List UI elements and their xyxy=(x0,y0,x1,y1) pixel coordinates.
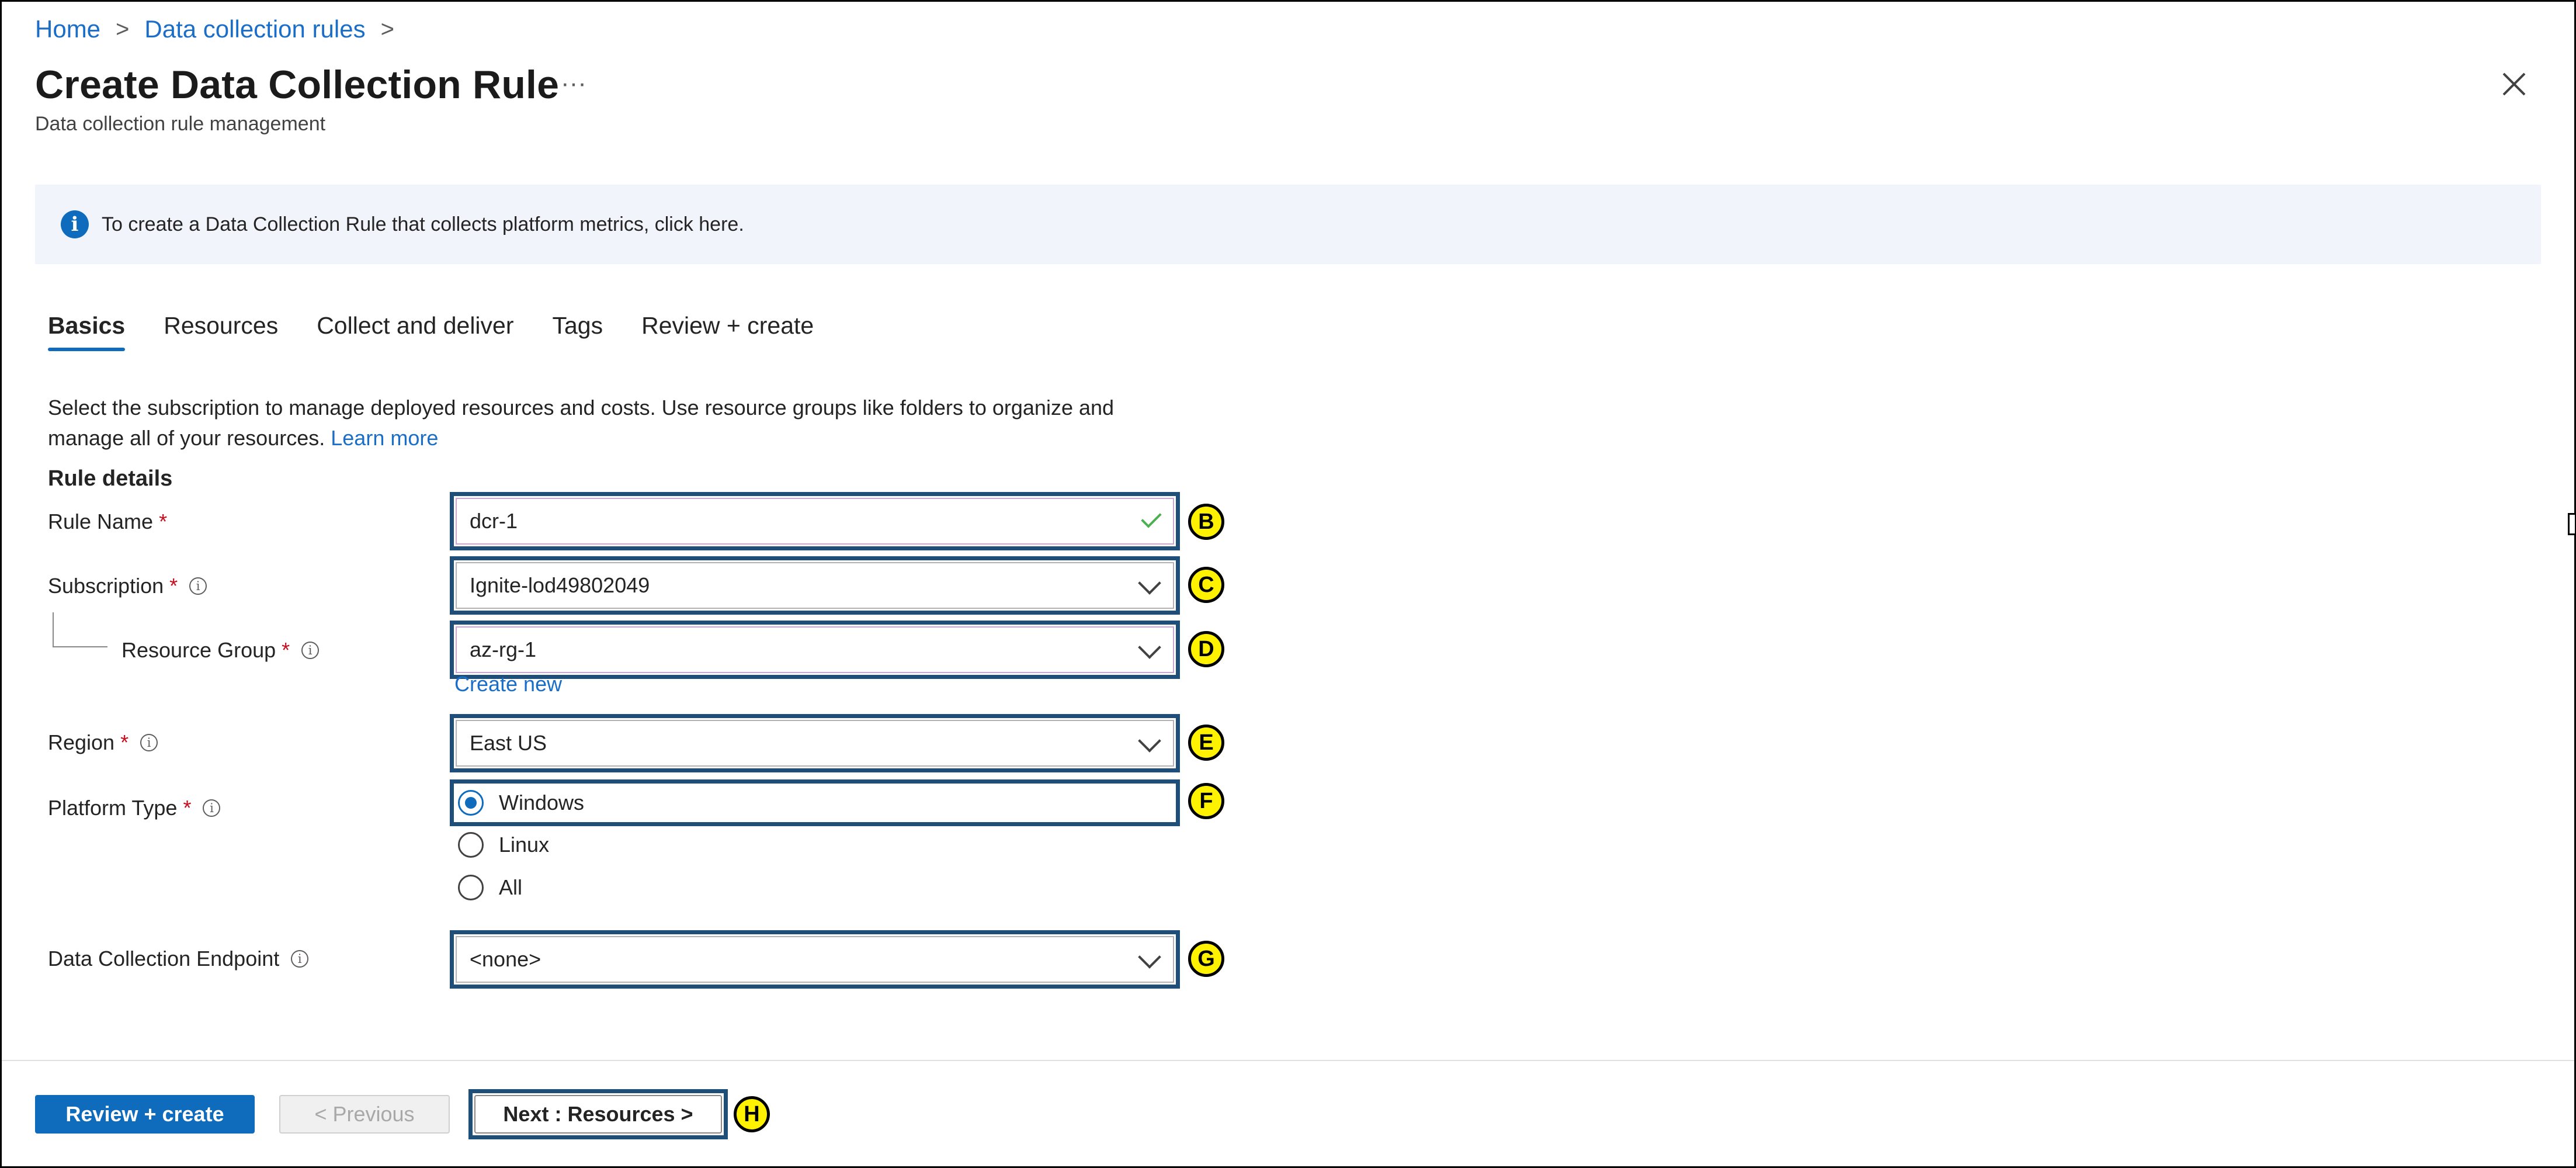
tab-tags[interactable]: Tags xyxy=(553,312,603,351)
resource-group-label: Resource Group * i xyxy=(121,638,320,663)
resource-group-dropdown[interactable]: az-rg-1 xyxy=(456,626,1174,673)
platform-type-label: Platform Type * i xyxy=(48,796,221,820)
tab-resources[interactable]: Resources xyxy=(164,312,278,351)
close-icon[interactable] xyxy=(2499,69,2529,99)
endpoint-value: <none> xyxy=(470,947,541,971)
radio-linux[interactable]: Linux xyxy=(458,832,549,858)
radio-unselected-icon[interactable] xyxy=(458,875,484,900)
more-options-icon[interactable]: ··· xyxy=(561,69,586,98)
learn-more-link[interactable]: Learn more xyxy=(331,426,438,450)
breadcrumb-home-link[interactable]: Home xyxy=(35,15,100,43)
subscription-label: Subscription * i xyxy=(48,574,207,598)
info-circle-icon[interactable]: i xyxy=(140,734,158,751)
tree-connector xyxy=(53,612,107,647)
required-asterisk: * xyxy=(120,730,129,754)
info-circle-icon[interactable]: i xyxy=(301,642,320,659)
page-subtitle: Data collection rule management xyxy=(35,113,326,135)
marker-c: C xyxy=(1188,567,1224,603)
marker-d: D xyxy=(1188,631,1224,667)
breadcrumb-rules-link[interactable]: Data collection rules xyxy=(144,15,365,43)
tab-review-create[interactable]: Review + create xyxy=(641,312,814,351)
endpoint-dropdown[interactable]: <none> xyxy=(456,936,1174,983)
region-value: East US xyxy=(470,731,547,755)
subscription-value: Ignite-lod49802049 xyxy=(470,573,650,597)
platform-type-label-text: Platform Type xyxy=(48,796,178,820)
info-circle-icon[interactable]: i xyxy=(291,950,309,968)
radio-linux-label: Linux xyxy=(499,833,550,857)
marker-f: F xyxy=(1188,783,1224,819)
rule-name-value: dcr-1 xyxy=(470,509,518,533)
rule-name-label: Rule Name * xyxy=(48,510,167,534)
marker-e: E xyxy=(1188,725,1224,761)
endpoint-label-text: Data Collection Endpoint xyxy=(48,947,280,971)
tab-basics[interactable]: Basics xyxy=(48,312,126,351)
info-icon: i xyxy=(61,210,89,238)
required-asterisk: * xyxy=(159,510,168,533)
subscription-label-text: Subscription xyxy=(48,574,164,598)
info-circle-icon[interactable]: i xyxy=(189,577,207,595)
chevron-down-icon xyxy=(1138,636,1161,659)
tab-collect-and-deliver[interactable]: Collect and deliver xyxy=(317,312,513,351)
rule-name-input[interactable]: dcr-1 xyxy=(456,498,1174,545)
radio-all-label: All xyxy=(499,875,523,899)
section-title: Rule details xyxy=(48,466,173,491)
description-text: Select the subscription to manage deploy… xyxy=(48,393,1169,453)
chevron-down-icon xyxy=(1138,729,1161,753)
checkmark-icon xyxy=(1141,507,1162,528)
description-body: Select the subscription to manage deploy… xyxy=(48,396,1115,450)
footer-divider xyxy=(2,1060,2574,1061)
chevron-right-icon: > xyxy=(380,16,394,42)
resource-group-value: az-rg-1 xyxy=(470,637,537,661)
region-label-text: Region xyxy=(48,730,115,754)
required-asterisk: * xyxy=(169,574,178,598)
required-asterisk: * xyxy=(183,796,192,820)
radio-windows[interactable]: Windows xyxy=(458,790,584,816)
rule-name-label-text: Rule Name xyxy=(48,510,154,533)
breadcrumb: Home > Data collection rules > xyxy=(35,15,409,43)
marker-b: B xyxy=(1188,504,1224,540)
previous-button[interactable]: < Previous xyxy=(279,1095,450,1134)
chevron-down-icon xyxy=(1138,945,1161,969)
radio-selected-icon[interactable] xyxy=(458,790,484,816)
marker-g: G xyxy=(1188,941,1224,977)
radio-unselected-icon[interactable] xyxy=(458,832,484,858)
required-asterisk: * xyxy=(282,638,290,662)
tab-list: Basics Resources Collect and deliver Tag… xyxy=(48,312,852,351)
region-dropdown[interactable]: East US xyxy=(456,720,1174,767)
region-label: Region * i xyxy=(48,730,158,755)
window-frame xyxy=(0,0,2576,1168)
marker-h: H xyxy=(734,1096,770,1132)
chevron-down-icon xyxy=(1138,571,1161,595)
resize-handle[interactable] xyxy=(2568,513,2575,535)
info-banner-text[interactable]: To create a Data Collection Rule that co… xyxy=(102,213,744,236)
radio-windows-label: Windows xyxy=(499,791,585,815)
create-new-link[interactable]: Create new xyxy=(454,672,562,696)
page-title: Create Data Collection Rule xyxy=(35,63,560,107)
review-create-button[interactable]: Review + create xyxy=(35,1095,255,1134)
endpoint-label: Data Collection Endpoint i xyxy=(48,947,309,971)
next-resources-button[interactable]: Next : Resources > xyxy=(474,1095,722,1134)
info-circle-icon[interactable]: i xyxy=(203,799,221,817)
chevron-right-icon: > xyxy=(116,16,130,42)
resource-group-label-text: Resource Group xyxy=(121,638,276,662)
radio-all[interactable]: All xyxy=(458,875,522,900)
subscription-dropdown[interactable]: Ignite-lod49802049 xyxy=(456,562,1174,609)
